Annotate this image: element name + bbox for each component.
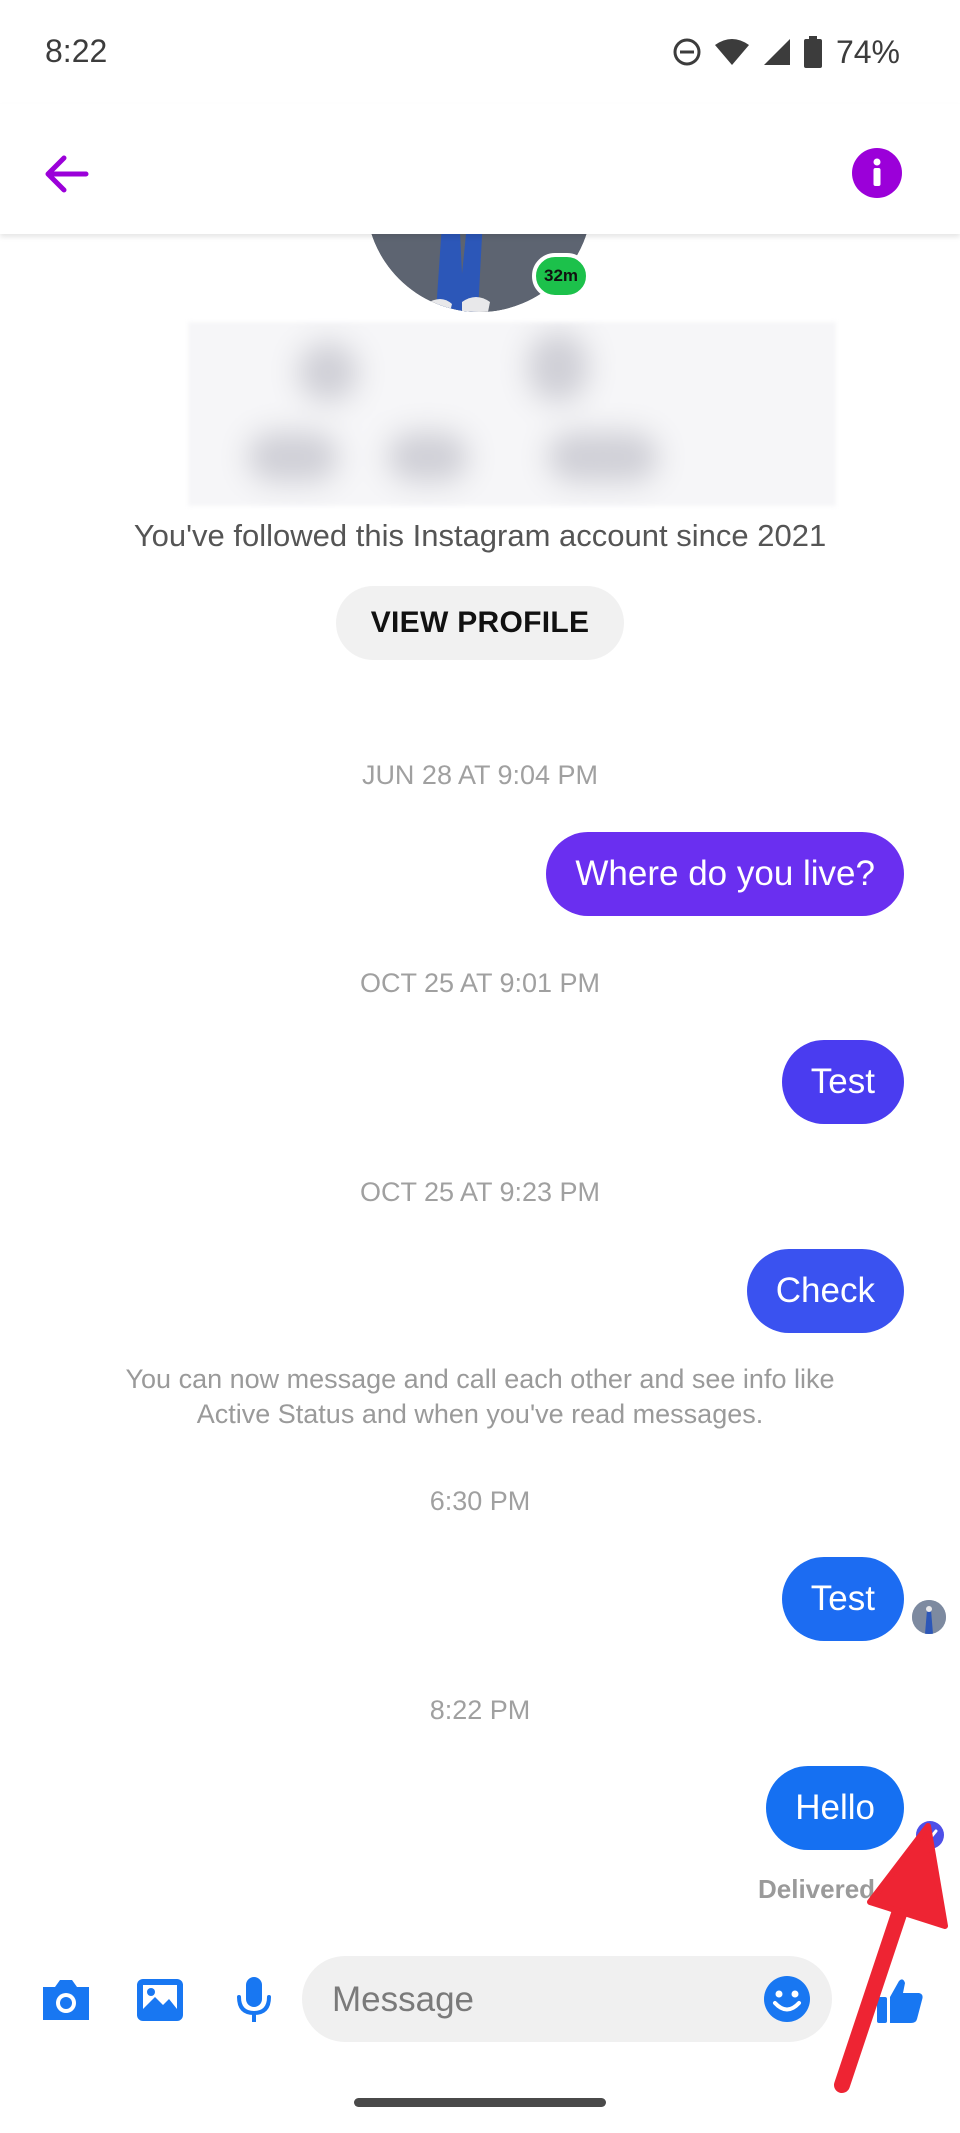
message-timestamp: JUN 28 AT 9:04 PM	[361, 760, 599, 790]
chat-header	[0, 104, 960, 234]
message-timestamp: 6:30 PM	[429, 1486, 531, 1516]
message-bubble[interactable]: Where do you live?	[546, 832, 904, 916]
info-button[interactable]	[852, 148, 902, 198]
view-profile-button[interactable]: VIEW PROFILE	[336, 586, 624, 660]
delivery-status: Delivered	[758, 1874, 876, 1904]
message-timestamp: OCT 25 AT 9:23 PM	[359, 1177, 601, 1207]
battery-percent: 74%	[835, 33, 900, 70]
system-message: You can now message and call each other …	[125, 1364, 835, 1429]
back-arrow-icon	[45, 155, 89, 193]
message-bubble[interactable]: Hello	[766, 1766, 904, 1850]
back-button[interactable]	[38, 146, 94, 202]
message-bubble[interactable]: Test	[781, 1040, 904, 1124]
message-composer	[0, 1950, 960, 2050]
camera-button[interactable]	[38, 1972, 94, 2028]
gallery-icon	[137, 1979, 183, 2021]
microphone-icon	[237, 1977, 271, 2022]
wifi-icon	[714, 39, 749, 65]
delivered-check-icon	[916, 1821, 944, 1849]
camera-icon	[43, 1980, 89, 2020]
message-input-container	[302, 1956, 832, 2044]
do-not-disturb-icon	[673, 38, 701, 66]
voice-button[interactable]	[226, 1972, 282, 2028]
status-time: 8:22	[45, 33, 108, 69]
follow-info-text: You've followed this Instagram account s…	[133, 518, 827, 553]
status-bar: 8:22 74%	[0, 0, 960, 104]
info-icon	[873, 158, 881, 186]
like-button[interactable]	[872, 1972, 928, 2028]
emoji-icon	[764, 1976, 810, 2022]
status-icons: 74%	[672, 30, 900, 74]
message-bubble[interactable]: Test	[781, 1557, 904, 1641]
active-time-badge: 32m	[532, 253, 590, 299]
cell-signal-icon	[763, 39, 790, 65]
home-indicator[interactable]	[354, 2098, 606, 2107]
message-input[interactable]	[330, 1956, 754, 2044]
battery-icon	[803, 36, 822, 68]
message-timestamp: 8:22 PM	[429, 1695, 531, 1725]
message-timestamp: OCT 25 AT 9:01 PM	[359, 968, 601, 998]
gallery-button[interactable]	[132, 1972, 188, 2028]
thumbs-up-icon	[877, 1979, 923, 2023]
seen-avatar	[912, 1600, 946, 1634]
blurred-contact-name	[188, 322, 836, 506]
message-bubble[interactable]: Check	[746, 1249, 904, 1333]
emoji-button[interactable]	[762, 1974, 812, 2024]
